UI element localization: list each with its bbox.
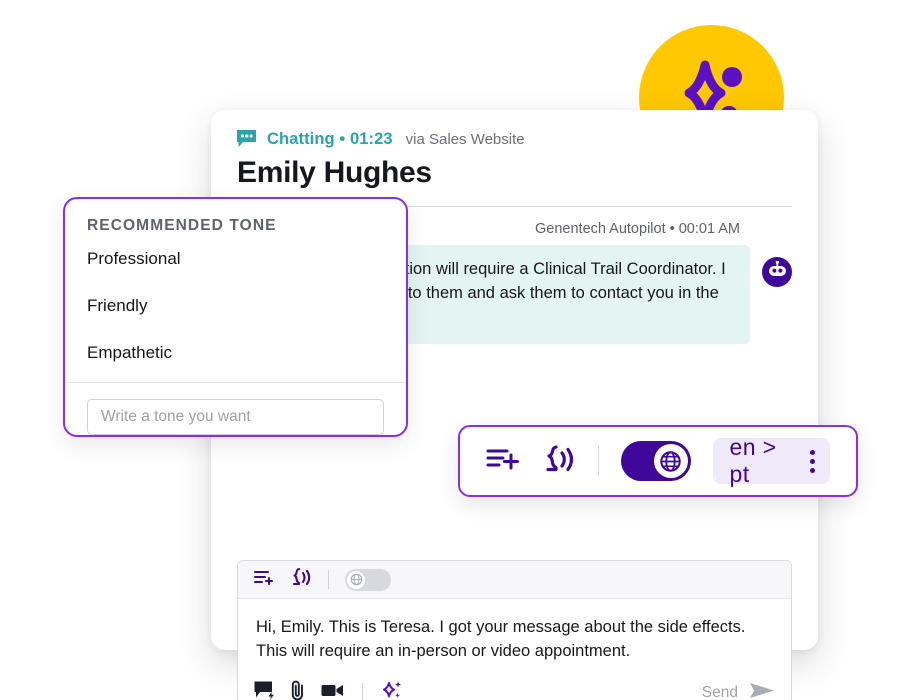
avatar: [762, 257, 792, 287]
toolbar-divider: [598, 446, 600, 476]
more-vertical-icon[interactable]: [810, 449, 815, 473]
message-composer: Hi, Emily. This is Teresa. I got your me…: [237, 560, 792, 700]
ai-sparkle-icon[interactable]: [381, 680, 403, 700]
translate-toggle-inactive[interactable]: [345, 568, 391, 591]
recommended-tone-popup: RECOMMENDED TONE Professional Friendly E…: [63, 197, 408, 437]
tone-of-voice-icon[interactable]: [290, 567, 312, 591]
send-label: Send: [701, 683, 738, 700]
translation-toolbar: en > pt: [458, 425, 858, 497]
tone-option-friendly[interactable]: Friendly: [65, 282, 406, 329]
translate-toggle-active[interactable]: [621, 441, 691, 481]
tone-popup-title: RECOMMENDED TONE: [87, 217, 277, 234]
custom-tone-input[interactable]: [101, 408, 370, 426]
actions-divider: [362, 683, 363, 700]
language-pair-pill[interactable]: en > pt: [712, 434, 830, 487]
send-button[interactable]: Send: [702, 682, 775, 700]
composer-toolbar: [238, 561, 791, 599]
status-row: Chatting • 01:23 via Sales Website: [237, 128, 792, 150]
insert-lines-plus-icon[interactable]: [254, 569, 276, 590]
custom-tone-field[interactable]: [87, 399, 384, 435]
conversation-header: Chatting • 01:23 via Sales Website Emily…: [211, 110, 818, 207]
video-camera-icon[interactable]: [321, 683, 344, 700]
quick-reply-icon[interactable]: [254, 681, 275, 700]
tone-of-voice-icon[interactable]: [542, 444, 576, 478]
language-pair-label: en > pt: [729, 434, 777, 487]
composer-actions: Send: [238, 668, 791, 700]
toolbar-divider: [328, 570, 329, 589]
page-title: Emily Hughes: [237, 156, 432, 189]
robot-icon: [768, 260, 787, 283]
globe-icon: [653, 444, 688, 478]
chat-source: via Sales Website: [405, 130, 525, 148]
tone-option-empathetic[interactable]: Empathetic: [65, 329, 406, 376]
chat-bubble-icon: [237, 130, 258, 148]
composer-input[interactable]: Hi, Emily. This is Teresa. I got your me…: [238, 599, 791, 668]
chat-status: Chatting • 01:23: [267, 129, 393, 148]
attachment-paperclip-icon[interactable]: [291, 680, 305, 700]
send-arrow-icon: [749, 682, 775, 700]
tone-option-professional[interactable]: Professional: [65, 235, 406, 282]
composer-wrapper: Hi, Emily. This is Teresa. I got your me…: [237, 560, 792, 700]
screenshot-root: Chatting • 01:23 via Sales Website Emily…: [0, 0, 900, 700]
globe-icon: [347, 570, 365, 589]
insert-lines-plus-icon[interactable]: [486, 446, 520, 476]
tone-popup-divider: [65, 382, 406, 383]
